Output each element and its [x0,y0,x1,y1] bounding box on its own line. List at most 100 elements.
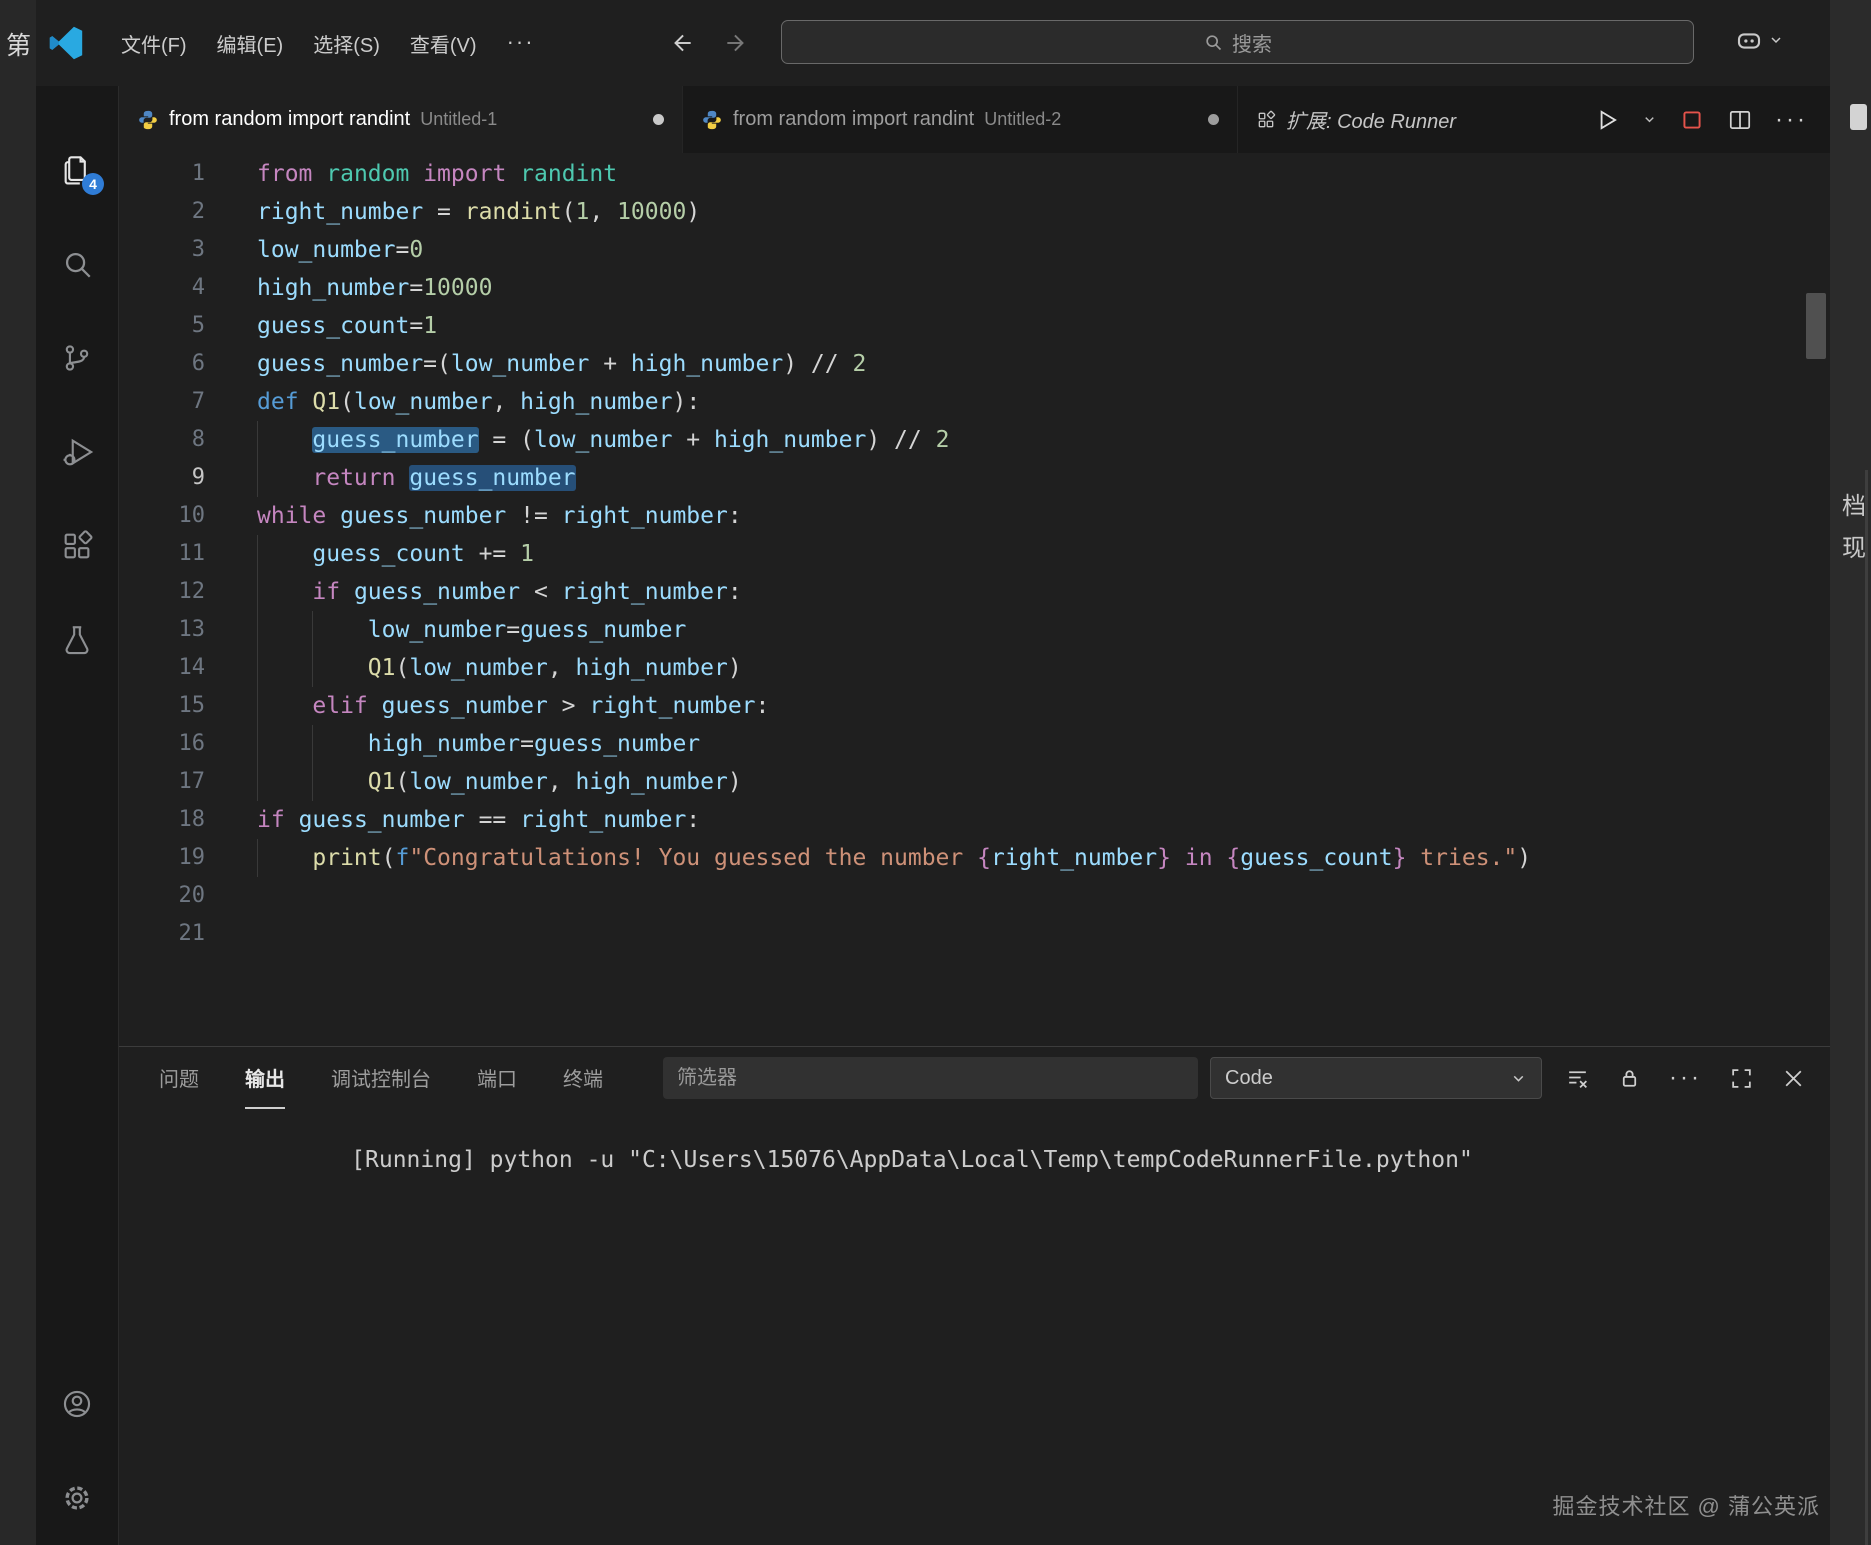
activity-explorer-button[interactable]: 4 [36,123,118,217]
code-line[interactable]: 19 print(f"Congratulations! You guessed … [119,839,1830,877]
editor-tab-code-runner-extension[interactable]: 扩展: Code Runner [1238,86,1474,153]
panel-tab-terminal[interactable]: 终端 [563,1047,603,1109]
code-line[interactable]: 9 return guess_number [119,459,1830,497]
modified-indicator[interactable] [653,114,664,125]
tab-title: from random import randint [169,108,410,131]
gear-icon [60,1481,94,1515]
output-line: [Running] python -u "C:\Users\15076\AppD… [351,1147,1473,1173]
modified-indicator[interactable] [1208,114,1219,125]
menu-item-view[interactable]: 查看(V) [395,20,492,67]
background-text-fragment: 第 [6,26,31,62]
indent-guide [257,687,258,725]
code-line[interactable]: 20 [119,877,1830,915]
panel-actions: ··· [1565,1066,1806,1091]
background-scrollbar-fragment [1865,470,1868,1545]
panel-tab-output[interactable]: 输出 [245,1047,285,1109]
background-icon-fragment [1850,104,1867,130]
panel-tab-debug-console[interactable]: 调试控制台 [331,1047,431,1109]
editor-tab-untitled-2[interactable]: from random import randint Untitled-2 [683,86,1238,153]
code-line[interactable]: 15 elif guess_number > right_number: [119,687,1830,725]
output-channel-select[interactable]: Code [1210,1057,1542,1099]
code-line[interactable]: 2right_number = randint(1, 10000) [119,193,1830,231]
maximize-panel-button[interactable] [1729,1066,1754,1091]
menu-more-button[interactable]: ··· [492,20,550,67]
scrollbar-thumb[interactable] [1806,293,1826,359]
code-line[interactable]: 14 Q1(low_number, high_number) [119,649,1830,687]
nav-forward-button[interactable] [720,27,752,59]
activity-testing-button[interactable] [36,593,118,687]
code-line[interactable]: 5guess_count=1 [119,307,1830,345]
panel-tab-ports[interactable]: 端口 [477,1047,517,1109]
line-number: 9 [119,459,205,497]
editor-scrollbar[interactable] [1806,153,1826,1046]
code-line[interactable]: 7def Q1(low_number, high_number): [119,383,1830,421]
code-line-content [205,915,257,953]
line-number: 18 [119,801,205,839]
indent-guide [257,763,258,801]
code-line[interactable]: 10while guess_number != right_number: [119,497,1830,535]
activity-settings-button[interactable] [36,1451,118,1545]
code-line[interactable]: 12 if guess_number < right_number: [119,573,1830,611]
indent-guide [257,839,258,877]
vscode-window: 文件(F) 编辑(E) 选择(S) 查看(V) ··· 搜索 [36,0,1831,1545]
line-number: 17 [119,763,205,801]
indent-guide [257,649,258,687]
nav-back-button[interactable] [666,27,698,59]
run-code-button[interactable] [1594,107,1620,133]
activity-source-control-button[interactable] [36,311,118,405]
bottom-panel: 问题 输出 调试控制台 端口 终端 Code [119,1046,1830,1545]
activity-run-debug-button[interactable] [36,405,118,499]
code-line[interactable]: 16 high_number=guess_number [119,725,1830,763]
lock-scroll-button[interactable] [1617,1066,1642,1091]
beaker-icon [60,623,94,657]
code-line[interactable]: 6guess_number=(low_number + high_number)… [119,345,1830,383]
line-number: 7 [119,383,205,421]
code-line-content: if guess_number == right_number: [205,801,700,839]
command-center-search[interactable]: 搜索 [781,20,1694,64]
output-filter-input[interactable] [663,1057,1198,1099]
panel-more-actions-button[interactable]: ··· [1669,1066,1702,1090]
code-line-content: low_number=0 [205,231,423,269]
line-number: 20 [119,877,205,915]
close-panel-button[interactable] [1781,1066,1806,1091]
activity-search-button[interactable] [36,217,118,311]
code-line-content: high_number=guess_number [205,725,700,763]
indent-guide [257,573,258,611]
run-dropdown-chevron-icon[interactable] [1642,112,1657,127]
code-line[interactable]: 17 Q1(low_number, high_number) [119,763,1830,801]
code-line[interactable]: 18if guess_number == right_number: [119,801,1830,839]
code-editor[interactable]: 1from random import randint2right_number… [119,153,1830,1046]
search-icon [60,247,94,281]
menu-item-selection[interactable]: 选择(S) [298,20,395,67]
chevron-down-icon [1768,32,1784,48]
code-line[interactable]: 13 low_number=guess_number [119,611,1830,649]
code-line[interactable]: 21 [119,915,1830,953]
split-editor-button[interactable] [1727,107,1753,133]
account-icon [60,1387,94,1421]
stop-button[interactable] [1679,107,1705,133]
code-line[interactable]: 8 guess_number = (low_number + high_numb… [119,421,1830,459]
activity-account-button[interactable] [36,1357,118,1451]
python-icon [137,109,159,131]
panel-tab-problems[interactable]: 问题 [159,1047,199,1109]
code-line[interactable]: 1from random import randint [119,155,1830,193]
code-line-content: guess_number = (low_number + high_number… [205,421,949,459]
code-line[interactable]: 11 guess_count += 1 [119,535,1830,573]
copilot-button[interactable] [1734,25,1784,55]
code-line[interactable]: 3low_number=0 [119,231,1830,269]
code-line-content: print(f"Congratulations! You guessed the… [205,839,1531,877]
editor-tab-untitled-1[interactable]: from random import randint Untitled-1 [119,86,683,153]
activity-extensions-button[interactable] [36,499,118,593]
line-number: 21 [119,915,205,953]
menu-item-file[interactable]: 文件(F) [106,20,202,67]
git-branch-icon [60,341,94,375]
code-line[interactable]: 4high_number=10000 [119,269,1830,307]
code-line-content: guess_number=(low_number + high_number) … [205,345,866,383]
clear-output-button[interactable] [1565,1066,1590,1091]
background-window-right: 档 现 [1830,0,1871,1545]
code-line-content: return guess_number [205,459,576,497]
editor-more-actions-button[interactable]: ··· [1775,108,1808,132]
menu-item-edit[interactable]: 编辑(E) [202,20,299,67]
menubar: 文件(F) 编辑(E) 选择(S) 查看(V) ··· [106,20,550,67]
indent-guide [257,611,258,649]
